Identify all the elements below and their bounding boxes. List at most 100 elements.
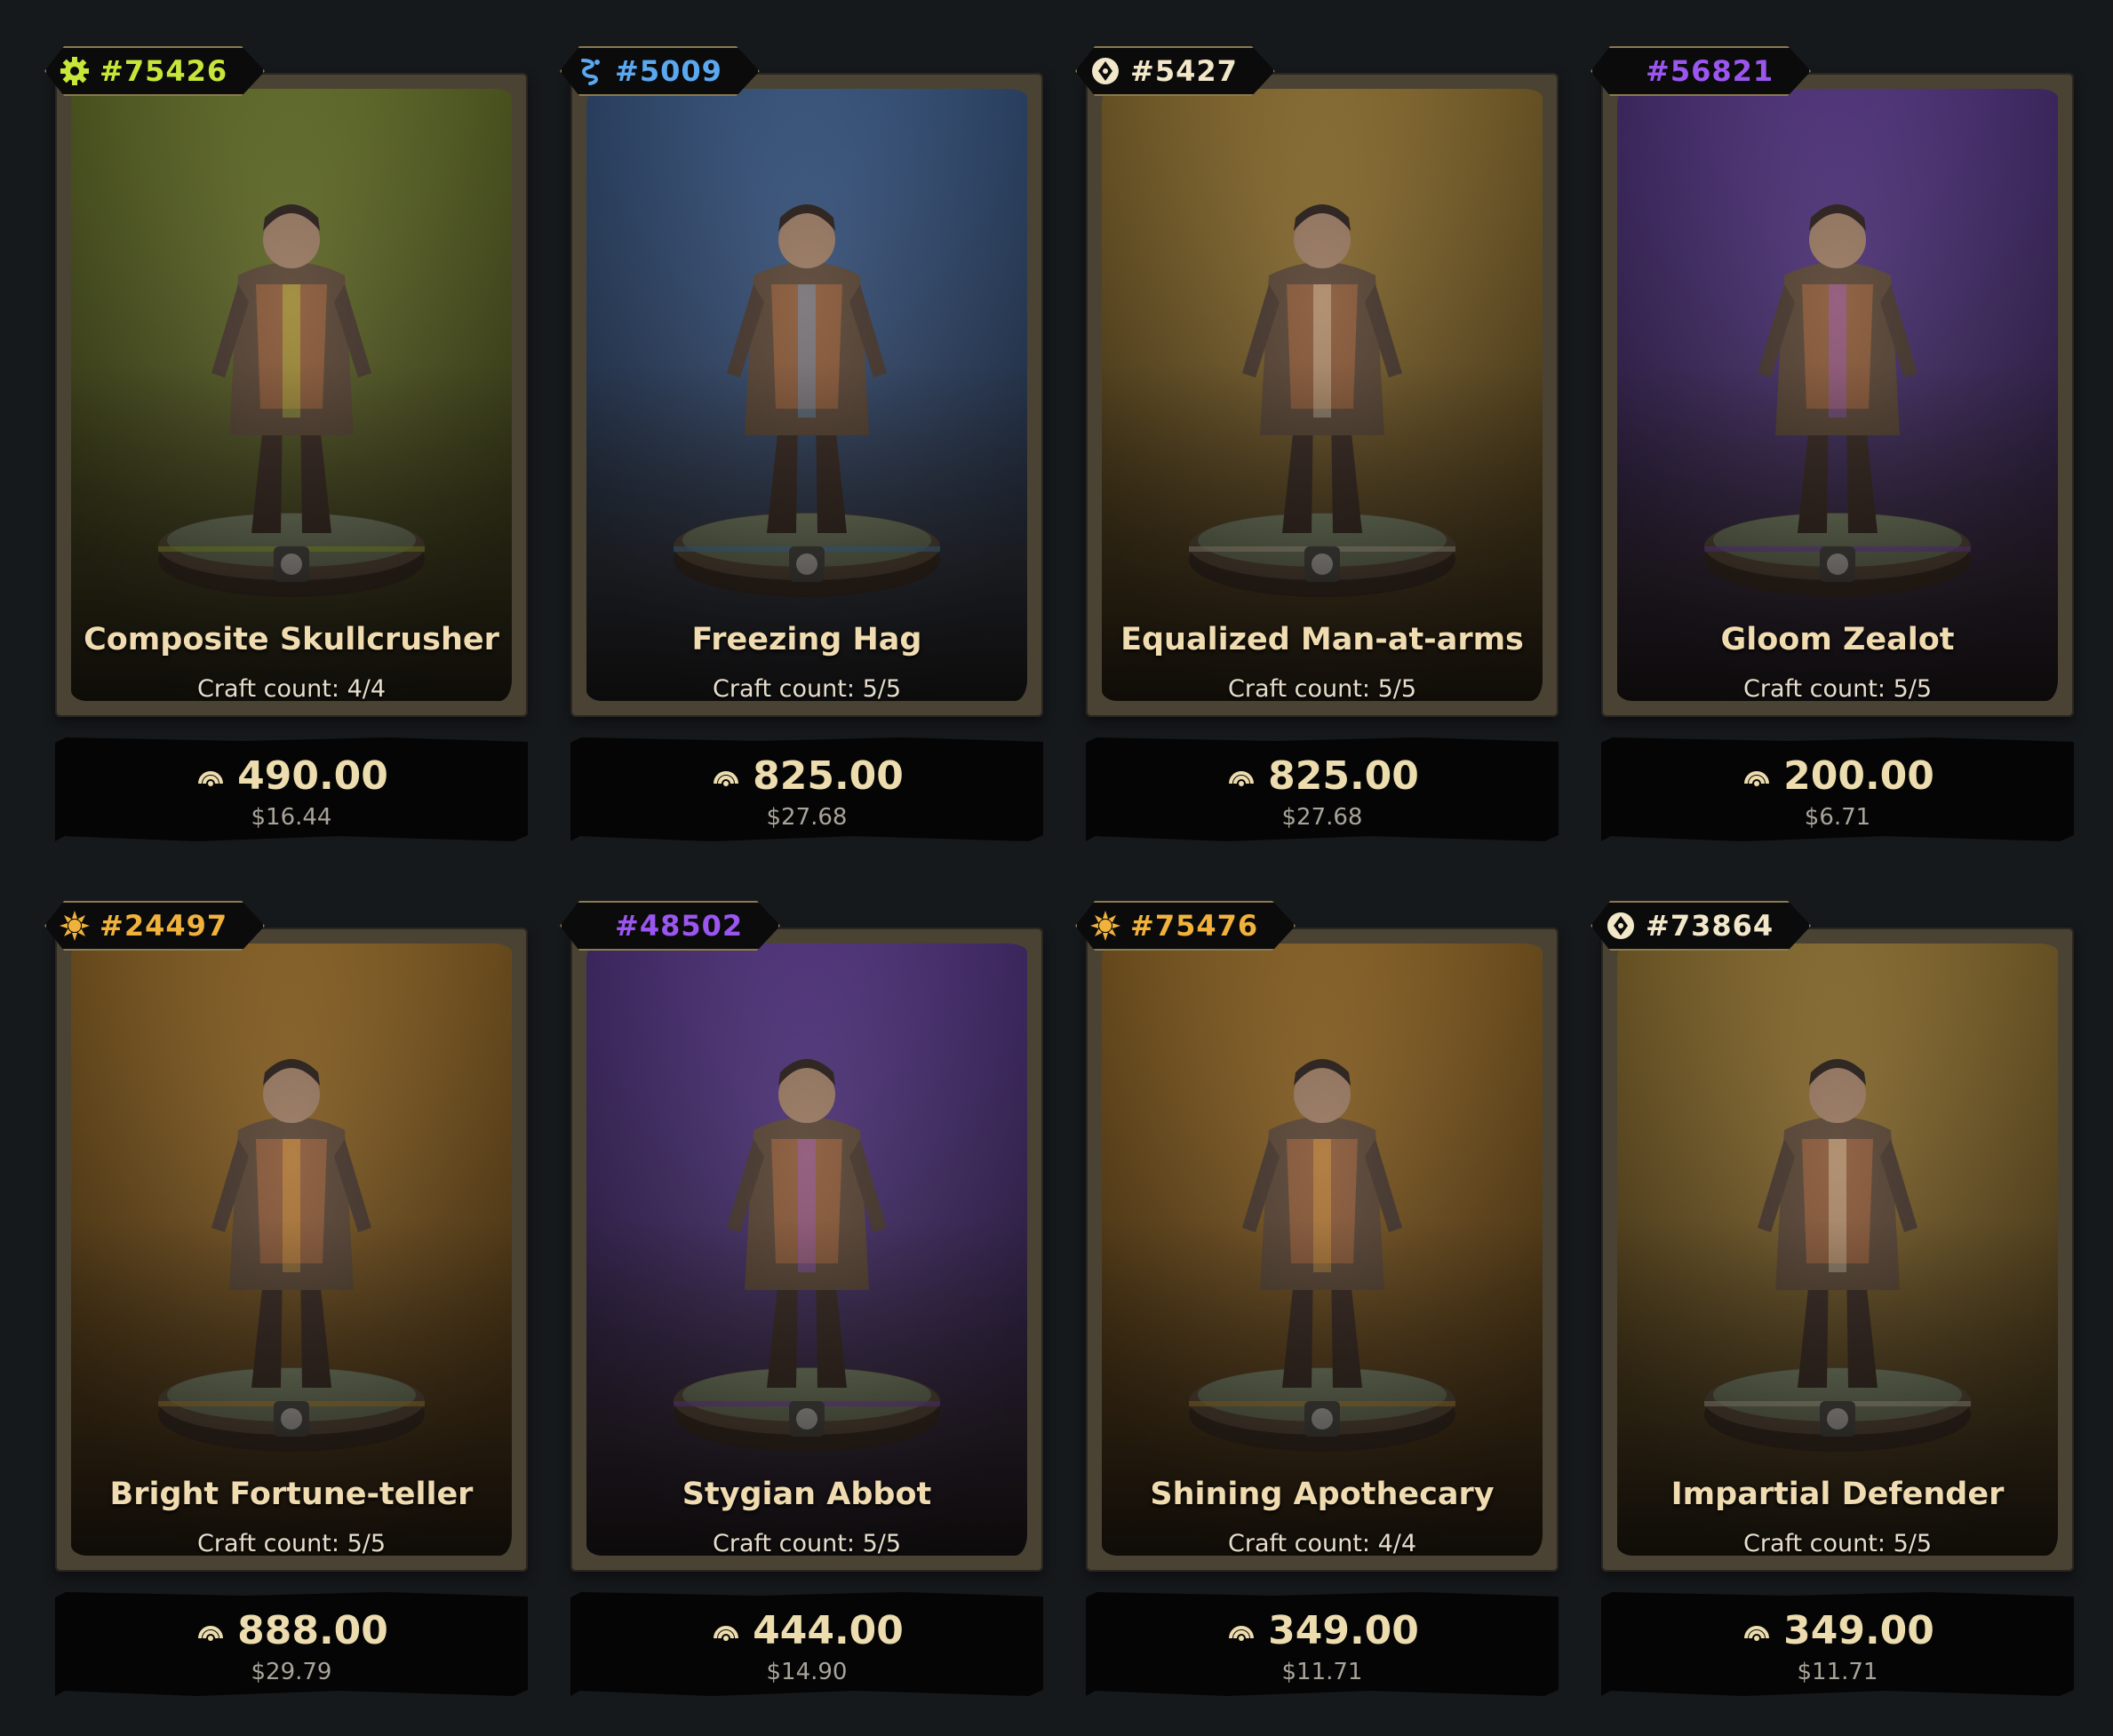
craft-count-value: 5/5 [1377, 675, 1417, 703]
craft-count-value: 5/5 [862, 675, 902, 703]
token-id: #48502 [615, 909, 744, 943]
card-frame: Gloom Zealot Craft count: 5/5 [1601, 73, 2074, 717]
usd-value: $29.79 [251, 1659, 332, 1685]
craft-count: Craft count: 5/5 [570, 1530, 1043, 1557]
card-frame: Freezing Hag Craft count: 5/5 [570, 73, 1043, 717]
craft-count-label: Craft count: [1227, 675, 1370, 703]
water-icon [574, 55, 606, 87]
craft-count-label: Craft count: [1742, 675, 1886, 703]
craft-count-value: 5/5 [1893, 675, 1933, 703]
hero-card[interactable]: Bright Fortune-teller Craft count: 5/5 #2… [55, 901, 528, 1696]
token-id: #5009 [615, 54, 722, 88]
price-box[interactable]: 200.00 $6.71 [1601, 737, 2074, 841]
hero-name: Gloom Zealot [1720, 622, 1955, 657]
hero-card[interactable]: Shining Apothecary Craft count: 4/4 #7547… [1086, 901, 1559, 1696]
craft-count-label: Craft count: [712, 1530, 855, 1557]
coin-icon [1229, 770, 1255, 786]
card-art [1102, 89, 1543, 701]
price-value: 825.00 [753, 753, 904, 799]
usd-value: $27.68 [766, 804, 848, 831]
hero-name: Stygian Abbot [682, 1477, 932, 1512]
hero-card[interactable]: Gloom Zealot Craft count: 5/5 #56821 200.… [1601, 46, 2074, 841]
hero-card[interactable]: Impartial Defender Craft count: 5/5 #7386… [1601, 901, 2074, 1696]
token-id-tag: #24497 [44, 901, 265, 951]
card-art [1102, 944, 1543, 1556]
usd-value: $11.71 [1797, 1659, 1878, 1685]
usd-value: $27.68 [1281, 804, 1363, 831]
craft-count: Craft count: 5/5 [1601, 675, 2074, 703]
card-art [586, 944, 1027, 1556]
moon-icon [574, 910, 606, 942]
hero-card[interactable]: Freezing Hag Craft count: 5/5 #5009 825.0… [570, 46, 1043, 841]
craft-count-value: 4/4 [347, 675, 387, 703]
coin-icon [1744, 1625, 1770, 1641]
craft-count: Craft count: 4/4 [1086, 1530, 1559, 1557]
price-box[interactable]: 444.00 $14.90 [570, 1592, 1043, 1696]
card-frame: Bright Fortune-teller Craft count: 5/5 [55, 928, 528, 1572]
token-id: #75426 [100, 54, 228, 88]
token-id: #75476 [1130, 909, 1259, 943]
card-art [71, 944, 512, 1556]
hero-card[interactable]: Equalized Man-at-arms Craft count: 5/5 #5… [1086, 46, 1559, 841]
token-id-tag: #75426 [44, 46, 265, 96]
token-id-tag: #73864 [1591, 901, 1811, 951]
price-box[interactable]: 490.00 $16.44 [55, 737, 528, 841]
card-frame: Impartial Defender Craft count: 5/5 [1601, 928, 2074, 1572]
price-value: 200.00 [1783, 753, 1934, 799]
craft-count-label: Craft count: [712, 675, 855, 703]
coin-icon [714, 770, 739, 786]
price-value: 444.00 [753, 1608, 904, 1653]
hero-name: Shining Apothecary [1150, 1477, 1495, 1512]
gear-icon [59, 55, 91, 87]
craft-count: Craft count: 4/4 [55, 675, 528, 703]
balance-icon [1089, 55, 1121, 87]
craft-count: Craft count: 5/5 [570, 675, 1043, 703]
card-frame: Composite Skullcrusher Craft count: 4/4 [55, 73, 528, 717]
price-box[interactable]: 349.00 $11.71 [1086, 1592, 1559, 1696]
coin-icon [1229, 1625, 1255, 1641]
balance-icon [1605, 910, 1637, 942]
token-id-tag: #75476 [1075, 901, 1296, 951]
card-art [586, 89, 1027, 701]
price-value: 888.00 [237, 1608, 388, 1653]
usd-value: $14.90 [766, 1659, 848, 1685]
sun-icon [1089, 910, 1121, 942]
token-id-tag: #56821 [1591, 46, 1811, 96]
price-value: 825.00 [1268, 753, 1419, 799]
hero-name: Equalized Man-at-arms [1120, 622, 1524, 657]
price-box[interactable]: 825.00 $27.68 [570, 737, 1043, 841]
hero-card[interactable]: Composite Skullcrusher Craft count: 4/4 #… [55, 46, 528, 841]
token-id-tag: #5427 [1075, 46, 1275, 96]
craft-count-label: Craft count: [1742, 1530, 1886, 1557]
sun-icon [59, 910, 91, 942]
card-frame: Equalized Man-at-arms Craft count: 5/5 [1086, 73, 1559, 717]
craft-count-value: 5/5 [1893, 1530, 1933, 1557]
price-box[interactable]: 825.00 $27.68 [1086, 737, 1559, 841]
price-value: 349.00 [1783, 1608, 1934, 1653]
price-value: 490.00 [237, 753, 388, 799]
token-id: #24497 [100, 909, 228, 943]
craft-count: Craft count: 5/5 [1086, 675, 1559, 703]
price-box[interactable]: 349.00 $11.71 [1601, 1592, 2074, 1696]
hero-name: Bright Fortune-teller [109, 1477, 474, 1512]
price-box[interactable]: 888.00 $29.79 [55, 1592, 528, 1696]
token-id: #73864 [1646, 909, 1774, 943]
usd-value: $11.71 [1281, 1659, 1363, 1685]
usd-value: $6.71 [1804, 804, 1871, 831]
card-art [71, 89, 512, 701]
card-frame: Shining Apothecary Craft count: 4/4 [1086, 928, 1559, 1572]
coin-icon [1744, 770, 1770, 786]
marketplace-grid: Composite Skullcrusher Craft count: 4/4 #… [55, 46, 2074, 1696]
token-id: #5427 [1130, 54, 1238, 88]
card-art [1617, 89, 2058, 701]
price-value: 349.00 [1268, 1608, 1419, 1653]
usd-value: $16.44 [251, 804, 332, 831]
hero-name: Impartial Defender [1670, 1477, 2005, 1512]
hero-card[interactable]: Stygian Abbot Craft count: 5/5 #48502 444… [570, 901, 1043, 1696]
craft-count-value: 5/5 [862, 1530, 902, 1557]
craft-count-label: Craft count: [1227, 1530, 1370, 1557]
craft-count-label: Craft count: [196, 675, 339, 703]
token-id: #56821 [1646, 54, 1774, 88]
craft-count-label: Craft count: [196, 1530, 339, 1557]
hero-name: Freezing Hag [691, 622, 922, 657]
